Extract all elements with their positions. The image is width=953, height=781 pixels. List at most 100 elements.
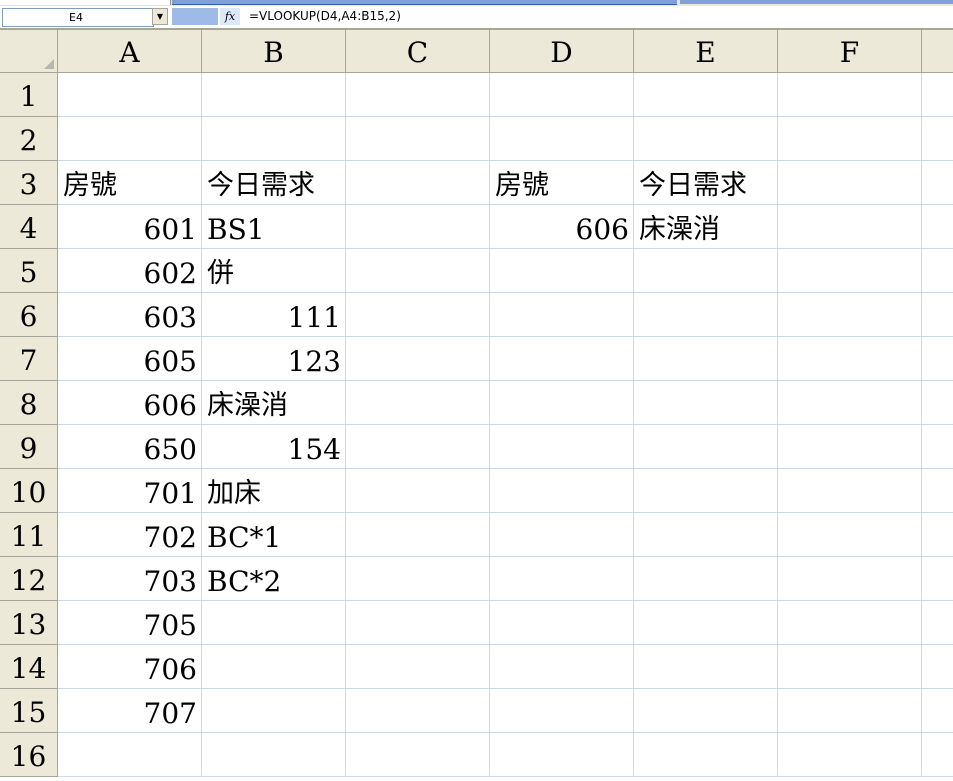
cell-b14[interactable]: [202, 645, 346, 689]
cell-f3[interactable]: [778, 161, 922, 205]
cell-a3[interactable]: 房號: [58, 161, 202, 205]
row-header-6[interactable]: 6: [0, 293, 58, 337]
cell-f11[interactable]: [778, 513, 922, 557]
column-header-b[interactable]: B: [202, 30, 346, 73]
row-header-10[interactable]: 10: [0, 469, 58, 513]
cell-partial-column[interactable]: [922, 733, 953, 777]
cell-f1[interactable]: [778, 73, 922, 117]
cell-e2[interactable]: [634, 117, 778, 161]
cell-a5[interactable]: 602: [58, 249, 202, 293]
row-header-15[interactable]: 15: [0, 689, 58, 733]
cell-d13[interactable]: [490, 601, 634, 645]
row-header-11[interactable]: 11: [0, 513, 58, 557]
cell-partial-column[interactable]: [922, 73, 953, 117]
cell-f14[interactable]: [778, 645, 922, 689]
cell-partial-column[interactable]: [922, 249, 953, 293]
cell-a12[interactable]: 703: [58, 557, 202, 601]
cell-d16[interactable]: [490, 733, 634, 777]
column-header-d[interactable]: D: [490, 30, 634, 73]
cell-partial-column[interactable]: [922, 469, 953, 513]
cell-a16[interactable]: [58, 733, 202, 777]
cell-c14[interactable]: [346, 645, 490, 689]
cell-a2[interactable]: [58, 117, 202, 161]
cell-a13[interactable]: 705: [58, 601, 202, 645]
name-box-dropdown-icon[interactable]: ▼: [152, 8, 168, 25]
cell-c11[interactable]: [346, 513, 490, 557]
cell-e11[interactable]: [634, 513, 778, 557]
cell-c12[interactable]: [346, 557, 490, 601]
cell-d14[interactable]: [490, 645, 634, 689]
row-header-5[interactable]: 5: [0, 249, 58, 293]
cell-a11[interactable]: 702: [58, 513, 202, 557]
cell-partial-column[interactable]: [922, 557, 953, 601]
column-header-e[interactable]: E: [634, 30, 778, 73]
formula-input[interactable]: =VLOOKUP(D4,A4:B15,2): [249, 8, 401, 25]
cell-b8[interactable]: 床澡消: [202, 381, 346, 425]
cell-a14[interactable]: 706: [58, 645, 202, 689]
cell-partial-column[interactable]: [922, 381, 953, 425]
cell-partial-column[interactable]: [922, 513, 953, 557]
row-header-1[interactable]: 1: [0, 73, 58, 117]
cell-d6[interactable]: [490, 293, 634, 337]
cell-c15[interactable]: [346, 689, 490, 733]
cell-d11[interactable]: [490, 513, 634, 557]
cell-d15[interactable]: [490, 689, 634, 733]
cell-e14[interactable]: [634, 645, 778, 689]
row-header-7[interactable]: 7: [0, 337, 58, 381]
cell-c7[interactable]: [346, 337, 490, 381]
cell-e13[interactable]: [634, 601, 778, 645]
cell-e8[interactable]: [634, 381, 778, 425]
row-header-4[interactable]: 4: [0, 205, 58, 249]
cell-d12[interactable]: [490, 557, 634, 601]
cell-c3[interactable]: [346, 161, 490, 205]
cell-e16[interactable]: [634, 733, 778, 777]
cell-c2[interactable]: [346, 117, 490, 161]
cell-partial-column[interactable]: [922, 293, 953, 337]
cell-f12[interactable]: [778, 557, 922, 601]
cell-e15[interactable]: [634, 689, 778, 733]
cell-d10[interactable]: [490, 469, 634, 513]
cell-f4[interactable]: [778, 205, 922, 249]
cell-f5[interactable]: [778, 249, 922, 293]
column-header-f[interactable]: F: [778, 30, 922, 73]
cell-f15[interactable]: [778, 689, 922, 733]
cell-a7[interactable]: 605: [58, 337, 202, 381]
cell-c5[interactable]: [346, 249, 490, 293]
cell-f10[interactable]: [778, 469, 922, 513]
cell-f8[interactable]: [778, 381, 922, 425]
cell-e9[interactable]: [634, 425, 778, 469]
cell-f13[interactable]: [778, 601, 922, 645]
cell-d4[interactable]: 606: [490, 205, 634, 249]
cell-d1[interactable]: [490, 73, 634, 117]
cell-e7[interactable]: [634, 337, 778, 381]
row-header-12[interactable]: 12: [0, 557, 58, 601]
cell-b12[interactable]: BC*2: [202, 557, 346, 601]
cell-c8[interactable]: [346, 381, 490, 425]
cell-f7[interactable]: [778, 337, 922, 381]
cell-b2[interactable]: [202, 117, 346, 161]
cell-c1[interactable]: [346, 73, 490, 117]
cell-b5[interactable]: 併: [202, 249, 346, 293]
cell-f2[interactable]: [778, 117, 922, 161]
cell-e4[interactable]: 床澡消: [634, 205, 778, 249]
cell-a4[interactable]: 601: [58, 205, 202, 249]
row-header-2[interactable]: 2: [0, 117, 58, 161]
cell-b9[interactable]: 154: [202, 425, 346, 469]
cell-e5[interactable]: [634, 249, 778, 293]
row-header-14[interactable]: 14: [0, 645, 58, 689]
cell-b7[interactable]: 123: [202, 337, 346, 381]
cell-f6[interactable]: [778, 293, 922, 337]
cell-c16[interactable]: [346, 733, 490, 777]
cell-c10[interactable]: [346, 469, 490, 513]
cell-partial-column[interactable]: [922, 601, 953, 645]
insert-function-icon[interactable]: fx: [220, 8, 240, 25]
cell-partial-column[interactable]: [922, 337, 953, 381]
column-header-c[interactable]: C: [346, 30, 490, 73]
cell-b13[interactable]: [202, 601, 346, 645]
select-all-button[interactable]: [0, 30, 58, 73]
cell-d3[interactable]: 房號: [490, 161, 634, 205]
cell-a9[interactable]: 650: [58, 425, 202, 469]
cell-d5[interactable]: [490, 249, 634, 293]
cell-e10[interactable]: [634, 469, 778, 513]
cell-e3[interactable]: 今日需求: [634, 161, 778, 205]
